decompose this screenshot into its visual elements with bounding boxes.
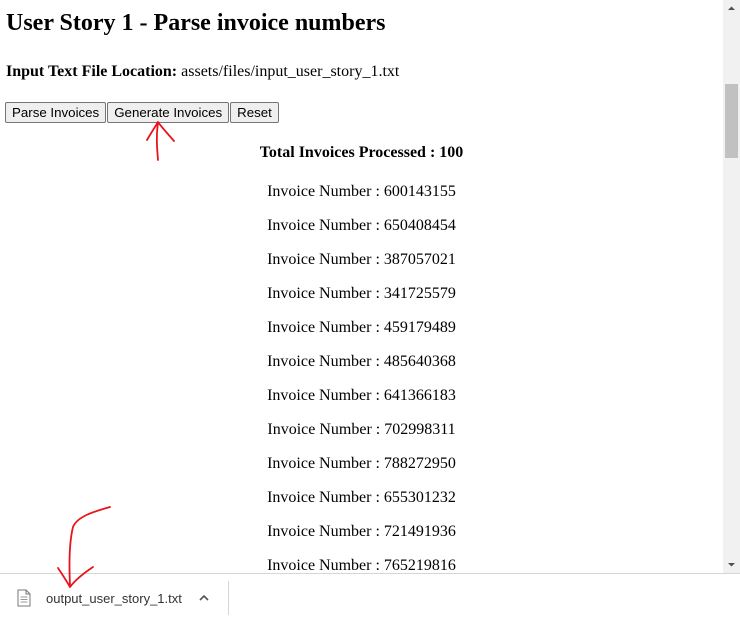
invoice-item: Invoice Number : 721491936 <box>267 523 456 540</box>
invoice-item: Invoice Number : 600143155 <box>267 183 456 200</box>
scroll-down-arrow-icon[interactable] <box>723 556 740 573</box>
reset-button[interactable]: Reset <box>230 102 279 123</box>
page-title: User Story 1 - Parse invoice numbers <box>6 10 386 36</box>
download-bar: output_user_story_1.txt <box>0 573 740 622</box>
download-file-name: output_user_story_1.txt <box>46 591 182 606</box>
invoice-item: Invoice Number : 788272950 <box>267 455 456 472</box>
page-content: User Story 1 - Parse invoice numbers Inp… <box>0 0 723 573</box>
file-location-label: Input Text File Location: <box>6 63 178 80</box>
invoice-item: Invoice Number : 387057021 <box>267 251 456 268</box>
invoice-item: Invoice Number : 485640368 <box>267 353 456 370</box>
chevron-up-icon[interactable] <box>196 590 212 606</box>
scrollbar-thumb[interactable] <box>725 84 738 158</box>
invoice-item: Invoice Number : 655301232 <box>267 489 456 506</box>
vertical-scrollbar[interactable] <box>723 0 740 573</box>
download-item[interactable]: output_user_story_1.txt <box>10 582 226 614</box>
document-icon <box>17 589 31 607</box>
invoice-list: Invoice Number : 600143155 Invoice Numbe… <box>0 182 723 573</box>
file-location: Input Text File Location: assets/files/i… <box>6 63 399 81</box>
file-location-value: assets/files/input_user_story_1.txt <box>181 63 400 80</box>
invoice-item: Invoice Number : 650408454 <box>267 217 456 234</box>
invoice-item: Invoice Number : 459179489 <box>267 319 456 336</box>
total-invoices-processed: Total Invoices Processed : 100 <box>259 144 464 161</box>
button-group: Parse Invoices Generate Invoices Reset <box>5 102 280 123</box>
download-divider <box>228 581 229 615</box>
invoice-item: Invoice Number : 702998311 <box>267 421 456 438</box>
generate-invoices-button[interactable]: Generate Invoices <box>107 102 230 123</box>
invoice-item: Invoice Number : 765219816 <box>267 557 456 573</box>
scroll-up-arrow-icon[interactable] <box>723 0 740 17</box>
invoice-item: Invoice Number : 641366183 <box>267 387 456 404</box>
parse-invoices-button[interactable]: Parse Invoices <box>5 102 107 123</box>
invoice-item: Invoice Number : 341725579 <box>267 285 456 302</box>
